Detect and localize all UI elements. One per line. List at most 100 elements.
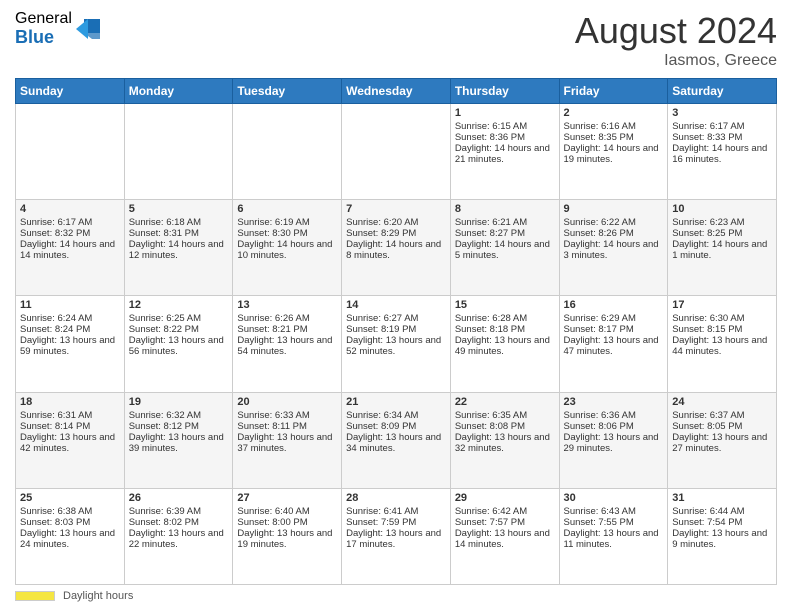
daylight-text: Daylight: 13 hours and 47 minutes. bbox=[564, 335, 664, 357]
calendar-cell: 15Sunrise: 6:28 AMSunset: 8:18 PMDayligh… bbox=[450, 296, 559, 392]
day-number: 22 bbox=[455, 396, 555, 408]
daylight-text: Daylight: 13 hours and 49 minutes. bbox=[455, 335, 555, 357]
calendar-cell: 3Sunrise: 6:17 AMSunset: 8:33 PMDaylight… bbox=[668, 104, 777, 200]
sunset-text: Sunset: 8:03 PM bbox=[20, 517, 120, 528]
sunset-text: Sunset: 8:30 PM bbox=[237, 228, 337, 239]
day-number: 30 bbox=[564, 492, 664, 504]
calendar-cell: 8Sunrise: 6:21 AMSunset: 8:27 PMDaylight… bbox=[450, 200, 559, 296]
calendar-cell: 17Sunrise: 6:30 AMSunset: 8:15 PMDayligh… bbox=[668, 296, 777, 392]
footer: Daylight hours bbox=[15, 590, 777, 602]
sunset-text: Sunset: 7:54 PM bbox=[672, 517, 772, 528]
calendar-cell: 27Sunrise: 6:40 AMSunset: 8:00 PMDayligh… bbox=[233, 488, 342, 584]
sunrise-text: Sunrise: 6:28 AM bbox=[455, 313, 555, 324]
day-number: 7 bbox=[346, 203, 446, 215]
calendar-cell: 29Sunrise: 6:42 AMSunset: 7:57 PMDayligh… bbox=[450, 488, 559, 584]
sunrise-text: Sunrise: 6:17 AM bbox=[20, 217, 120, 228]
sunset-text: Sunset: 8:09 PM bbox=[346, 421, 446, 432]
daylight-text: Daylight: 14 hours and 12 minutes. bbox=[129, 239, 229, 261]
sunset-text: Sunset: 7:59 PM bbox=[346, 517, 446, 528]
calendar-cell: 2Sunrise: 6:16 AMSunset: 8:35 PMDaylight… bbox=[559, 104, 668, 200]
daylight-text: Daylight: 14 hours and 1 minute. bbox=[672, 239, 772, 261]
sunrise-text: Sunrise: 6:27 AM bbox=[346, 313, 446, 324]
day-number: 18 bbox=[20, 396, 120, 408]
day-number: 16 bbox=[564, 299, 664, 311]
calendar-header-saturday: Saturday bbox=[668, 79, 777, 104]
calendar-cell: 23Sunrise: 6:36 AMSunset: 8:06 PMDayligh… bbox=[559, 392, 668, 488]
calendar-cell: 6Sunrise: 6:19 AMSunset: 8:30 PMDaylight… bbox=[233, 200, 342, 296]
calendar-cell: 26Sunrise: 6:39 AMSunset: 8:02 PMDayligh… bbox=[124, 488, 233, 584]
logo: General Blue bbox=[15, 10, 102, 47]
day-number: 13 bbox=[237, 299, 337, 311]
calendar-cell: 21Sunrise: 6:34 AMSunset: 8:09 PMDayligh… bbox=[342, 392, 451, 488]
logo-icon bbox=[74, 15, 102, 43]
logo-general: General bbox=[15, 10, 72, 28]
daylight-text: Daylight: 14 hours and 21 minutes. bbox=[455, 143, 555, 165]
day-number: 5 bbox=[129, 203, 229, 215]
logo-text: General Blue bbox=[15, 10, 72, 47]
sunset-text: Sunset: 8:25 PM bbox=[672, 228, 772, 239]
daylight-text: Daylight: 13 hours and 29 minutes. bbox=[564, 432, 664, 454]
calendar-cell: 30Sunrise: 6:43 AMSunset: 7:55 PMDayligh… bbox=[559, 488, 668, 584]
sunrise-text: Sunrise: 6:32 AM bbox=[129, 410, 229, 421]
day-number: 12 bbox=[129, 299, 229, 311]
sunset-text: Sunset: 8:21 PM bbox=[237, 324, 337, 335]
calendar-cell: 11Sunrise: 6:24 AMSunset: 8:24 PMDayligh… bbox=[16, 296, 125, 392]
day-number: 14 bbox=[346, 299, 446, 311]
sunrise-text: Sunrise: 6:18 AM bbox=[129, 217, 229, 228]
sunrise-text: Sunrise: 6:40 AM bbox=[237, 506, 337, 517]
daylight-text: Daylight: 14 hours and 10 minutes. bbox=[237, 239, 337, 261]
sunrise-text: Sunrise: 6:38 AM bbox=[20, 506, 120, 517]
sunset-text: Sunset: 8:12 PM bbox=[129, 421, 229, 432]
daylight-text: Daylight: 13 hours and 17 minutes. bbox=[346, 528, 446, 550]
day-number: 24 bbox=[672, 396, 772, 408]
calendar-cell: 7Sunrise: 6:20 AMSunset: 8:29 PMDaylight… bbox=[342, 200, 451, 296]
calendar-cell: 5Sunrise: 6:18 AMSunset: 8:31 PMDaylight… bbox=[124, 200, 233, 296]
sunset-text: Sunset: 8:24 PM bbox=[20, 324, 120, 335]
calendar-cell: 12Sunrise: 6:25 AMSunset: 8:22 PMDayligh… bbox=[124, 296, 233, 392]
calendar-week-1: 1Sunrise: 6:15 AMSunset: 8:36 PMDaylight… bbox=[16, 104, 777, 200]
calendar-cell: 31Sunrise: 6:44 AMSunset: 7:54 PMDayligh… bbox=[668, 488, 777, 584]
sunrise-text: Sunrise: 6:19 AM bbox=[237, 217, 337, 228]
page: General Blue August 2024 Iasmos, Greece … bbox=[0, 0, 792, 612]
sunrise-text: Sunrise: 6:17 AM bbox=[672, 121, 772, 132]
day-number: 29 bbox=[455, 492, 555, 504]
daylight-text: Daylight: 13 hours and 37 minutes. bbox=[237, 432, 337, 454]
sunset-text: Sunset: 8:19 PM bbox=[346, 324, 446, 335]
daylight-text: Daylight: 13 hours and 39 minutes. bbox=[129, 432, 229, 454]
sunset-text: Sunset: 8:00 PM bbox=[237, 517, 337, 528]
sunrise-text: Sunrise: 6:15 AM bbox=[455, 121, 555, 132]
sunrise-text: Sunrise: 6:16 AM bbox=[564, 121, 664, 132]
sunrise-text: Sunrise: 6:25 AM bbox=[129, 313, 229, 324]
calendar-table: SundayMondayTuesdayWednesdayThursdayFrid… bbox=[15, 78, 777, 585]
calendar-header-row: SundayMondayTuesdayWednesdayThursdayFrid… bbox=[16, 79, 777, 104]
sunrise-text: Sunrise: 6:29 AM bbox=[564, 313, 664, 324]
daylight-text: Daylight: 14 hours and 5 minutes. bbox=[455, 239, 555, 261]
logo-blue: Blue bbox=[15, 28, 72, 48]
sunrise-text: Sunrise: 6:31 AM bbox=[20, 410, 120, 421]
day-number: 8 bbox=[455, 203, 555, 215]
calendar-cell: 25Sunrise: 6:38 AMSunset: 8:03 PMDayligh… bbox=[16, 488, 125, 584]
calendar-cell: 16Sunrise: 6:29 AMSunset: 8:17 PMDayligh… bbox=[559, 296, 668, 392]
calendar-header-tuesday: Tuesday bbox=[233, 79, 342, 104]
calendar-cell: 28Sunrise: 6:41 AMSunset: 7:59 PMDayligh… bbox=[342, 488, 451, 584]
sunset-text: Sunset: 8:11 PM bbox=[237, 421, 337, 432]
calendar-cell: 10Sunrise: 6:23 AMSunset: 8:25 PMDayligh… bbox=[668, 200, 777, 296]
calendar-week-5: 25Sunrise: 6:38 AMSunset: 8:03 PMDayligh… bbox=[16, 488, 777, 584]
footer-label: Daylight hours bbox=[63, 590, 133, 602]
calendar-cell bbox=[342, 104, 451, 200]
day-number: 10 bbox=[672, 203, 772, 215]
sunrise-text: Sunrise: 6:26 AM bbox=[237, 313, 337, 324]
calendar-cell: 4Sunrise: 6:17 AMSunset: 8:32 PMDaylight… bbox=[16, 200, 125, 296]
daylight-text: Daylight: 13 hours and 19 minutes. bbox=[237, 528, 337, 550]
sunset-text: Sunset: 8:15 PM bbox=[672, 324, 772, 335]
daylight-text: Daylight: 13 hours and 32 minutes. bbox=[455, 432, 555, 454]
calendar-cell: 24Sunrise: 6:37 AMSunset: 8:05 PMDayligh… bbox=[668, 392, 777, 488]
calendar-header-wednesday: Wednesday bbox=[342, 79, 451, 104]
sunset-text: Sunset: 8:29 PM bbox=[346, 228, 446, 239]
sunset-text: Sunset: 8:32 PM bbox=[20, 228, 120, 239]
daylight-text: Daylight: 13 hours and 9 minutes. bbox=[672, 528, 772, 550]
daylight-text: Daylight: 14 hours and 3 minutes. bbox=[564, 239, 664, 261]
day-number: 20 bbox=[237, 396, 337, 408]
daylight-text: Daylight: 14 hours and 14 minutes. bbox=[20, 239, 120, 261]
day-number: 23 bbox=[564, 396, 664, 408]
